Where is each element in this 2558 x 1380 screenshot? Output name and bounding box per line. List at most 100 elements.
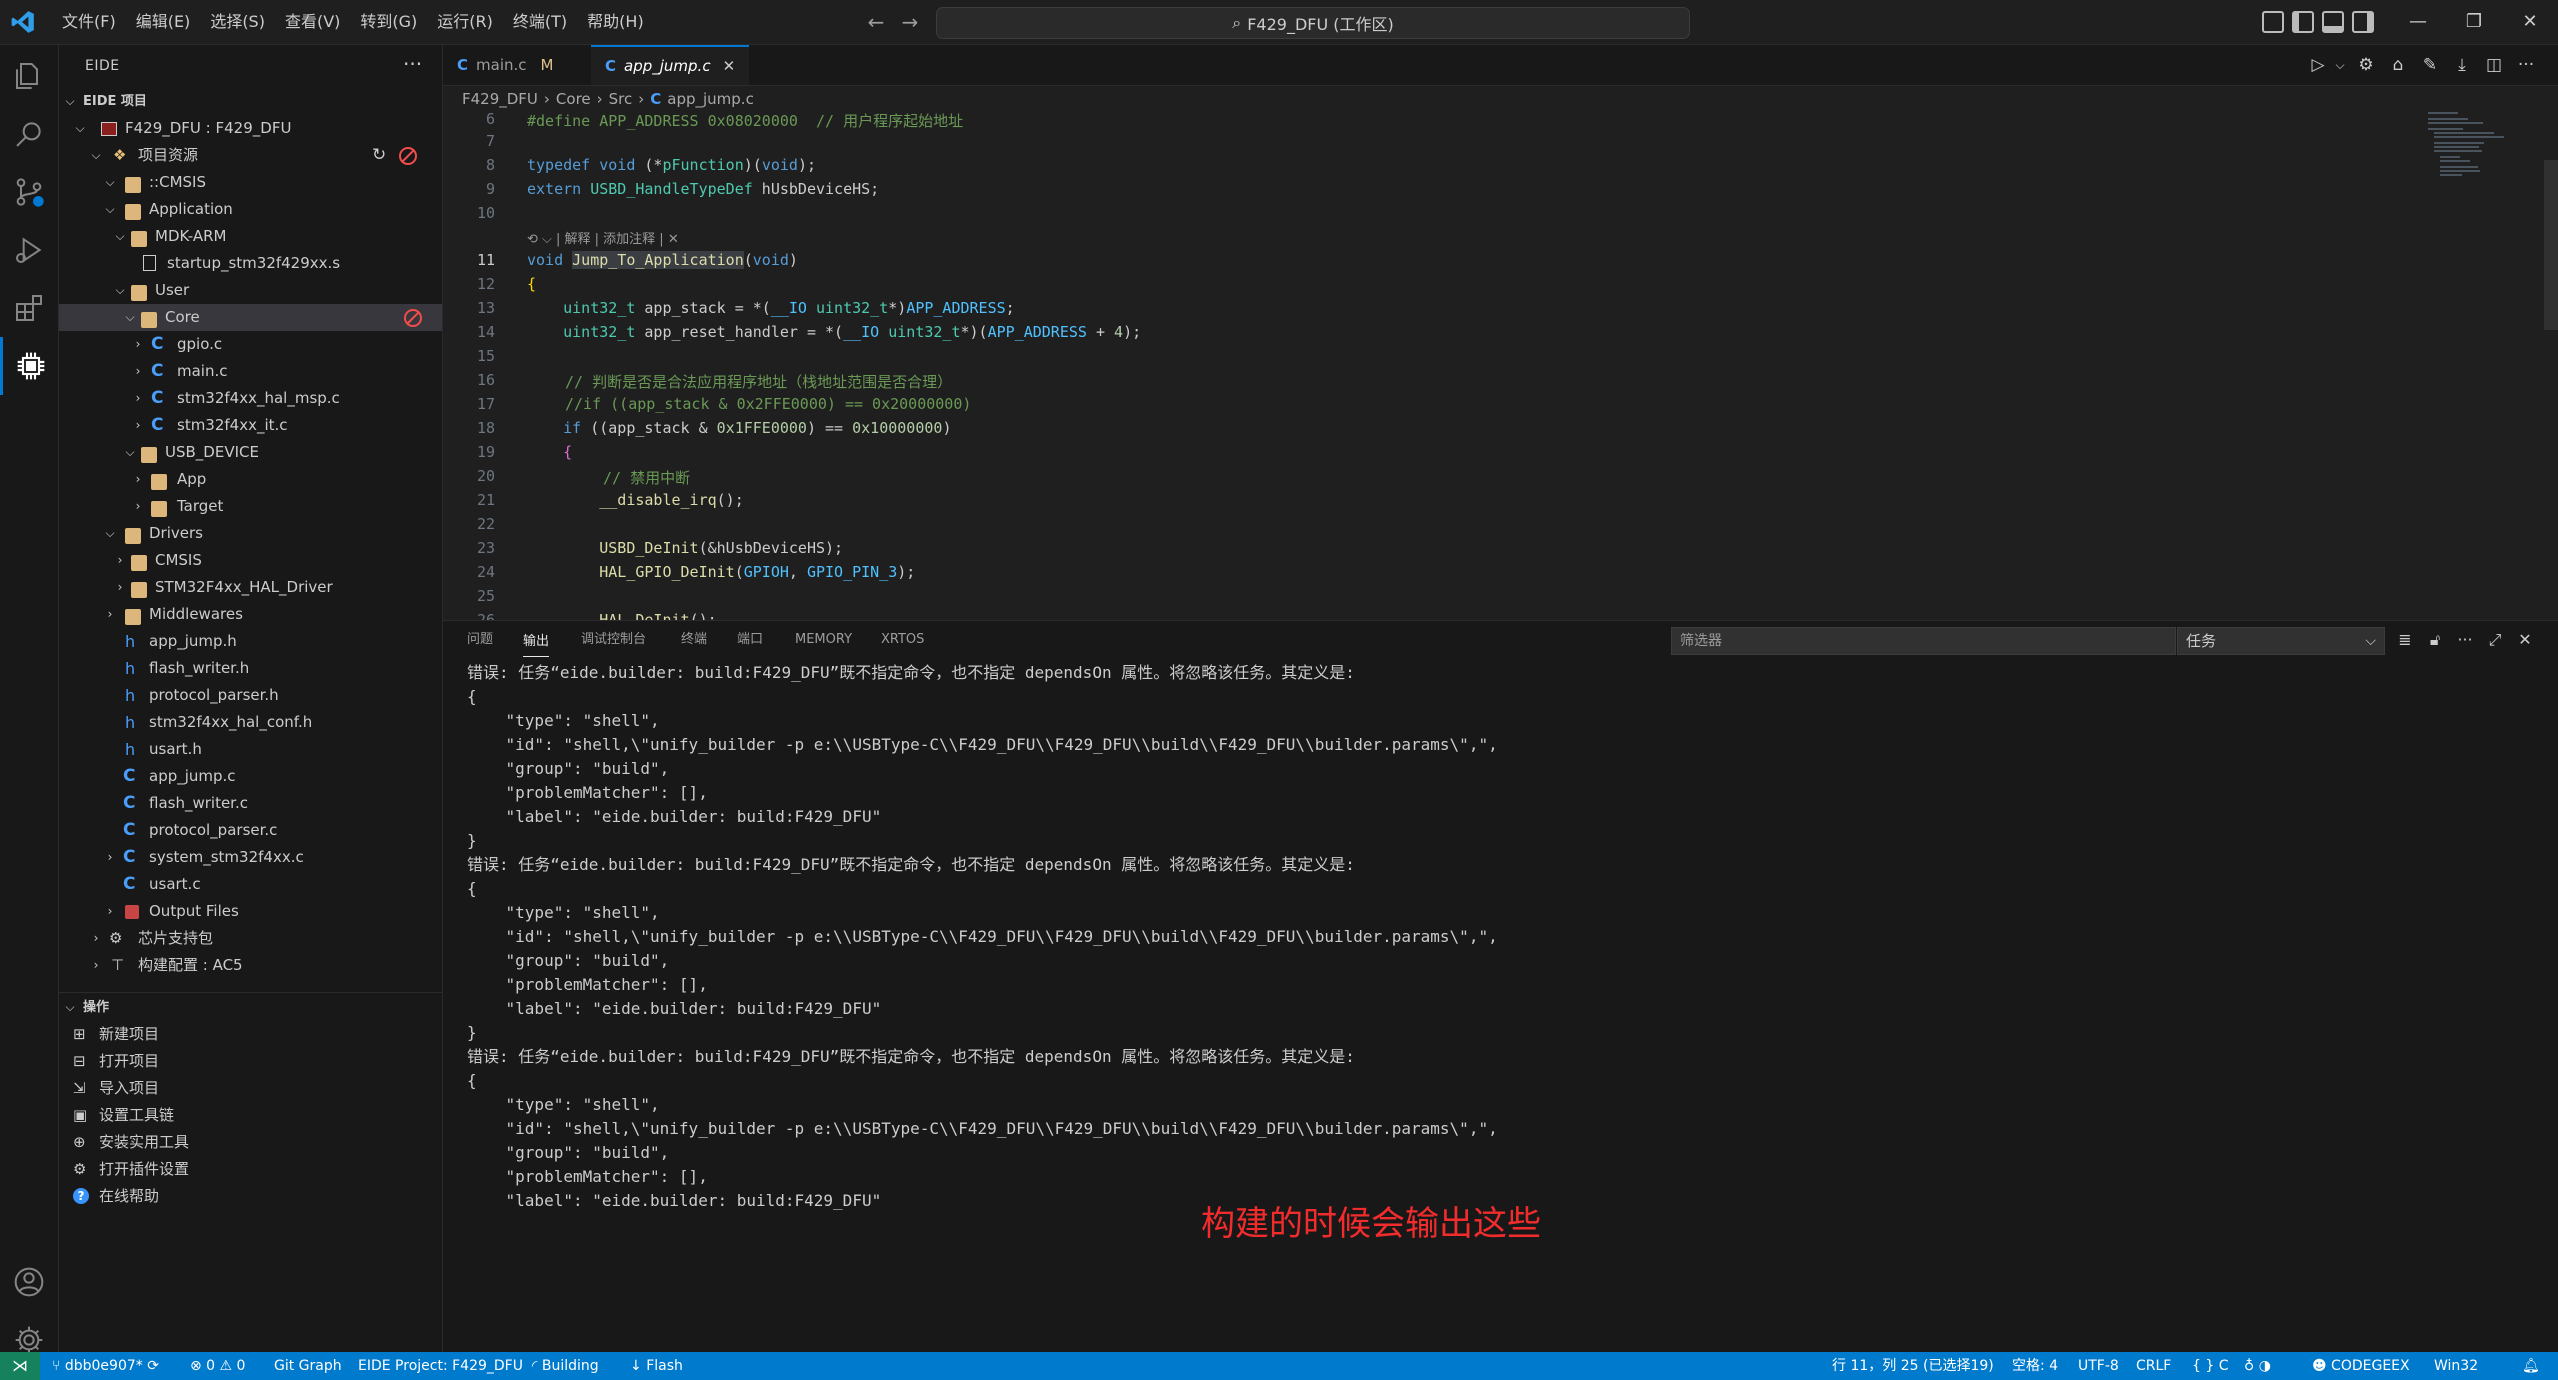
- tree-item-it-c[interactable]: › C stm32f4xx_it.c: [59, 412, 442, 439]
- tree-item-flash-writer-h[interactable]: h flash_writer.h: [59, 655, 442, 682]
- panel-tab-xrtos[interactable]: XRTOS: [881, 621, 924, 659]
- restore-icon[interactable]: ❐: [2444, 0, 2504, 44]
- exclude-icon[interactable]: [399, 147, 417, 165]
- run-debug-dropdown-icon[interactable]: ▷: [2307, 54, 2329, 76]
- tree-item-flash-writer-c[interactable]: C flash_writer.c: [59, 790, 442, 817]
- clean-icon[interactable]: ✎: [2419, 54, 2441, 76]
- copilot-icon[interactable]: ♁ ◑: [2244, 1352, 2271, 1380]
- menu-edit[interactable]: 编辑(E): [126, 0, 201, 44]
- tab-main-c[interactable]: C main.c M: [443, 45, 567, 85]
- tree-item-main-c[interactable]: › C main.c: [59, 358, 442, 385]
- op-plugin-settings[interactable]: ⚙ 打开插件设置: [59, 1156, 442, 1183]
- toggle-primary-sidebar-icon[interactable]: [2292, 11, 2314, 33]
- op-import-project[interactable]: ⇲ 导入项目: [59, 1075, 442, 1102]
- more-actions-icon[interactable]: ···: [2455, 630, 2475, 650]
- eide-chip-icon[interactable]: [0, 337, 58, 395]
- explorer-icon[interactable]: [0, 47, 58, 105]
- cursor-position-status[interactable]: 行 11，列 25 (已选择19): [1832, 1352, 1994, 1380]
- back-arrow-icon[interactable]: ←: [864, 10, 888, 34]
- tree-item-gpio-c[interactable]: › C gpio.c: [59, 331, 442, 358]
- filter-input[interactable]: 筛选器: [1671, 627, 2176, 655]
- tree-item-mdk-arm[interactable]: ⌵ MDK-ARM: [59, 223, 442, 250]
- chevron-down-icon[interactable]: ⌵: [2329, 54, 2351, 76]
- tree-item-build-config[interactable]: › ⊤ 构建配置 : AC5: [59, 952, 442, 979]
- op-install-utilities[interactable]: ⊕ 安装实用工具: [59, 1129, 442, 1156]
- more-actions-icon[interactable]: ···: [2515, 54, 2537, 76]
- building-status[interactable]: ◜ Building: [532, 1352, 599, 1380]
- maximize-panel-icon[interactable]: ⤢: [2485, 630, 2505, 650]
- breadcrumb-item[interactable]: Src: [609, 88, 633, 110]
- more-actions-icon[interactable]: ···: [403, 45, 422, 87]
- tree-item-system-c[interactable]: › C system_stm32f4xx.c: [59, 844, 442, 871]
- tree-item-app[interactable]: › App: [59, 466, 442, 493]
- close-panel-icon[interactable]: ✕: [2515, 630, 2535, 650]
- source-control-icon[interactable]: [0, 163, 58, 221]
- tree-item-user[interactable]: ⌵ User: [59, 277, 442, 304]
- panel-tab-output[interactable]: 输出: [523, 623, 550, 657]
- panel-tab-debug-console[interactable]: 调试控制台: [581, 621, 646, 659]
- tree-item-project-resources[interactable]: ⌵ ❖ 项目资源 ↻: [59, 142, 442, 169]
- forward-arrow-icon[interactable]: →: [898, 10, 922, 34]
- editor-scrollbar[interactable]: [2544, 160, 2558, 330]
- codegeex-status[interactable]: ☻ CODEGEEX: [2312, 1352, 2410, 1380]
- breadcrumb-item[interactable]: app_jump.c: [667, 88, 754, 110]
- panel-tab-problems[interactable]: 问题: [467, 621, 493, 659]
- branch-status[interactable]: ⑂ dbb0e907* ⟳: [52, 1352, 159, 1380]
- menu-go[interactable]: 转到(G): [350, 0, 427, 44]
- download-icon[interactable]: ⤓: [2451, 54, 2473, 76]
- menu-terminal[interactable]: 终端(T): [503, 0, 577, 44]
- account-icon[interactable]: [0, 1253, 58, 1311]
- section-eide-project[interactable]: ⌵ EIDE 项目: [59, 88, 442, 115]
- tree-item-app-jump-h[interactable]: h app_jump.h: [59, 628, 442, 655]
- tree-item-startup-file[interactable]: startup_stm32f429xx.s: [59, 250, 442, 277]
- tree-item-middlewares[interactable]: › Middlewares: [59, 601, 442, 628]
- remote-indicator-icon[interactable]: ⋊: [0, 1352, 40, 1380]
- extensions-icon[interactable]: [0, 279, 58, 337]
- tree-item-drivers[interactable]: ⌵ Drivers: [59, 520, 442, 547]
- language-status[interactable]: { } C: [2192, 1352, 2229, 1380]
- tree-item-usb-device[interactable]: ⌵ USB_DEVICE: [59, 439, 442, 466]
- close-tab-icon[interactable]: ✕: [723, 46, 736, 86]
- encoding-status[interactable]: UTF-8: [2078, 1352, 2119, 1380]
- breadcrumb-item[interactable]: F429_DFU: [462, 88, 538, 110]
- tree-item-chip-support[interactable]: › ⚙ 芯片支持包: [59, 925, 442, 952]
- tree-item-core[interactable]: ⌵ Core: [59, 304, 442, 331]
- op-open-project[interactable]: ⊟ 打开项目: [59, 1048, 442, 1075]
- tree-item-usart-h[interactable]: h usart.h: [59, 736, 442, 763]
- toggle-secondary-sidebar-icon[interactable]: [2352, 11, 2374, 33]
- tree-item-protocol-parser-h[interactable]: h protocol_parser.h: [59, 682, 442, 709]
- minimap[interactable]: [2428, 110, 2538, 190]
- op-online-help[interactable]: ? 在线帮助: [59, 1183, 442, 1210]
- clear-output-icon[interactable]: ≣: [2395, 630, 2415, 650]
- tree-item-target[interactable]: › Target: [59, 493, 442, 520]
- panel-tab-terminal[interactable]: 终端: [681, 621, 707, 659]
- tree-item-hal-conf-h[interactable]: h stm32f4xx_hal_conf.h: [59, 709, 442, 736]
- command-center[interactable]: ⌕ F429_DFU (工作区): [936, 7, 1690, 39]
- menu-help[interactable]: 帮助(H): [577, 0, 654, 44]
- op-set-toolchain[interactable]: ▣ 设置工具链: [59, 1102, 442, 1129]
- tree-item-usart-c[interactable]: C usart.c: [59, 871, 442, 898]
- gear-icon[interactable]: ⚙: [2355, 54, 2377, 76]
- breadcrumb-item[interactable]: Core: [556, 88, 591, 110]
- notifications-bell-icon[interactable]: 🔔︎: [2522, 1352, 2540, 1380]
- tree-item-cmsis[interactable]: › CMSIS: [59, 547, 442, 574]
- exclude-icon[interactable]: [404, 309, 422, 327]
- git-graph-status[interactable]: Git Graph: [274, 1352, 342, 1380]
- lock-scroll-icon[interactable]: 🔓︎: [2425, 630, 2445, 650]
- panel-tab-memory[interactable]: MEMORY: [795, 621, 852, 659]
- menu-file[interactable]: 文件(F): [52, 0, 126, 44]
- menu-run[interactable]: 运行(R): [427, 0, 503, 44]
- flash-status[interactable]: ↓ Flash: [630, 1352, 683, 1380]
- section-operations[interactable]: ⌵ 操作: [59, 994, 442, 1021]
- tree-item-application[interactable]: ⌵ Application: [59, 196, 442, 223]
- op-new-project[interactable]: ⊞ 新建项目: [59, 1021, 442, 1048]
- tree-item-app-jump-c[interactable]: C app_jump.c: [59, 763, 442, 790]
- build-icon[interactable]: ⌂: [2387, 54, 2409, 76]
- close-window-icon[interactable]: ✕: [2500, 0, 2558, 44]
- codelens-actions[interactable]: ⟲ ⌵ | 解释 | 添加注释 | ✕: [527, 228, 679, 247]
- customize-layout-icon[interactable]: [2262, 11, 2284, 33]
- tree-item-project[interactable]: ⌵ F429_DFU : F429_DFU: [59, 115, 442, 142]
- menu-view[interactable]: 查看(V): [275, 0, 350, 44]
- code-editor[interactable]: 6 #define APP_ADDRESS 0x08020000 // 用户程序…: [443, 112, 2548, 620]
- tree-item-hal-driver[interactable]: › STM32F4xx_HAL_Driver: [59, 574, 442, 601]
